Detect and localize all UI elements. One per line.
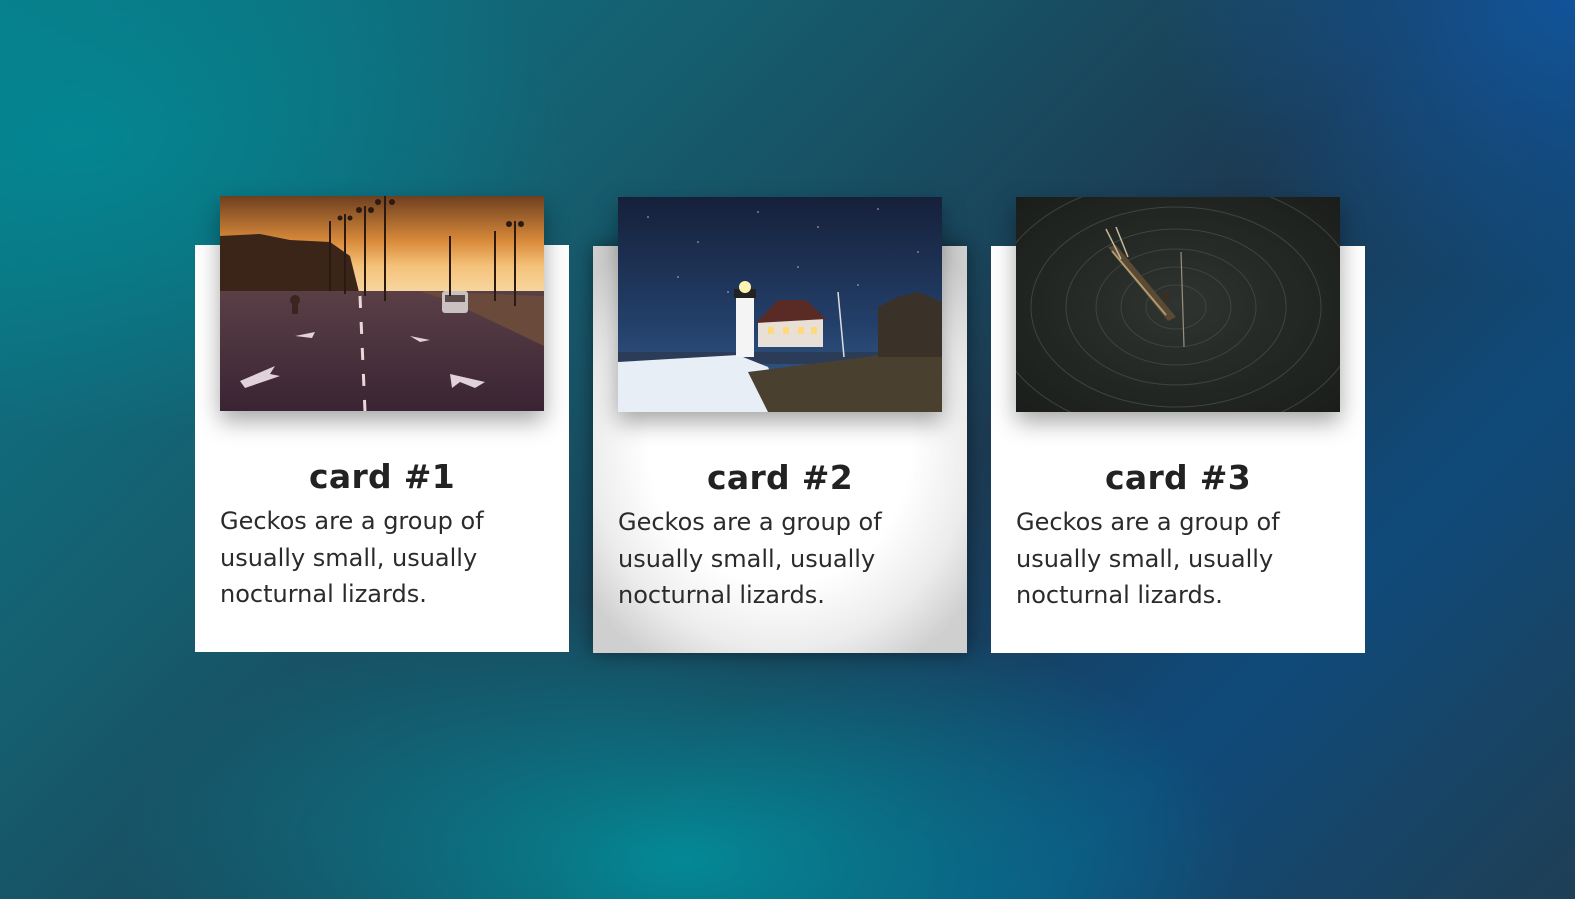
card-title: card #3 <box>1105 458 1251 497</box>
boat-on-water-photo <box>1016 197 1340 412</box>
sunset-road-photo <box>220 196 544 411</box>
card-2[interactable]: card #2 Geckos are a group of usually sm… <box>593 197 967 653</box>
card-1[interactable]: card #1 Geckos are a group of usually sm… <box>195 196 569 652</box>
card-title: card #1 <box>309 457 455 496</box>
card-title: card #2 <box>707 458 853 497</box>
lighthouse-night-photo <box>618 197 942 412</box>
card-description: Geckos are a group of usually small, usu… <box>618 508 882 609</box>
card-gallery: card #1 Geckos are a group of usually sm… <box>0 0 1575 899</box>
card-3[interactable]: card #3 Geckos are a group of usually sm… <box>991 197 1365 653</box>
card-description: Geckos are a group of usually small, usu… <box>220 507 484 608</box>
card-description: Geckos are a group of usually small, usu… <box>1016 508 1280 609</box>
